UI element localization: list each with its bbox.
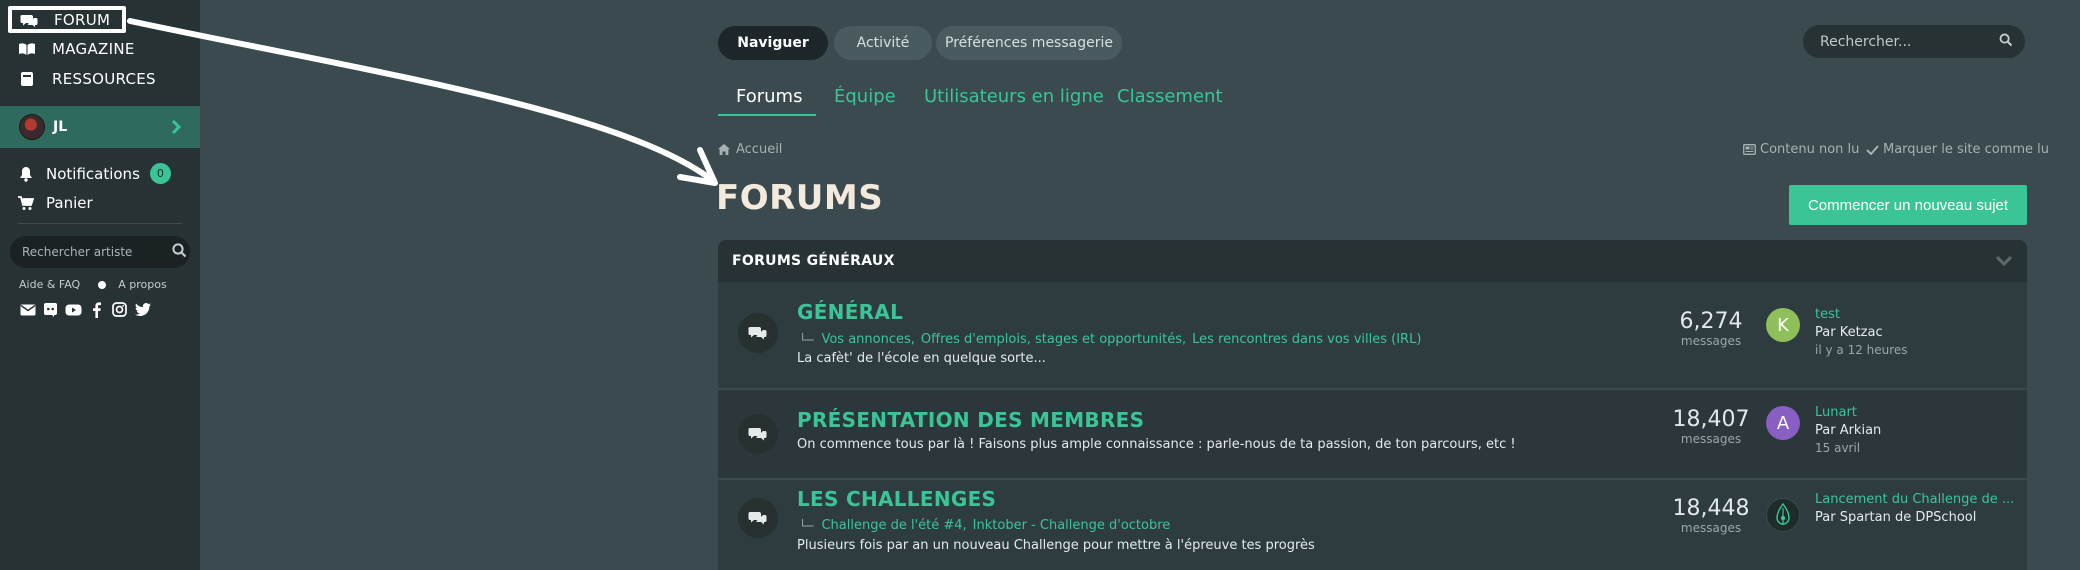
tab-naviguer[interactable]: Naviguer [718, 26, 828, 60]
search-icon[interactable] [172, 242, 187, 262]
subforum-branch-icon: └─ [799, 518, 814, 533]
subforum-list: └─ Vos annonces, Offres d'emplois, stage… [799, 332, 1427, 347]
nav-ressources[interactable]: RESSOURCES [8, 65, 156, 93]
envelope-icon[interactable] [19, 301, 36, 318]
last-post: test Par Ketzac il y a 12 heures [1815, 307, 1908, 357]
forum-category-block: FORUMS GÉNÉRAUX GÉNÉRAL └─ Vos annonces,… [718, 240, 2027, 570]
book-icon [18, 71, 36, 87]
nav-magazine[interactable]: MAGAZINE [8, 35, 135, 63]
artist-search[interactable] [10, 236, 190, 268]
instagram-icon[interactable] [111, 301, 128, 318]
comments-icon [20, 12, 38, 28]
dot-icon [98, 280, 107, 289]
forum-description: Plusieurs fois par an un nouveau Challen… [797, 538, 1315, 553]
notifications-badge: 0 [149, 163, 171, 184]
discord-icon[interactable] [42, 301, 59, 318]
mark-read-link[interactable]: Marquer le site comme lu [1865, 142, 2049, 157]
about-link[interactable]: A propos [118, 278, 166, 291]
new-topic-button[interactable]: Commencer un nouveau sujet [1789, 185, 2027, 225]
forum-description: La cafèt' de l'école en quelque sorte... [797, 351, 1046, 366]
social-links [19, 301, 157, 318]
avatar[interactable]: K [1766, 308, 1800, 342]
notifications-label: Notifications [46, 164, 140, 183]
avatar[interactable]: A [1766, 406, 1800, 440]
user-name: JL [53, 119, 68, 135]
help-link[interactable]: Aide & FAQ [19, 278, 80, 291]
chevron-down-icon[interactable] [1995, 252, 2013, 270]
breadcrumb-home[interactable]: Accueil [736, 142, 782, 157]
breadcrumb: Accueil [718, 142, 782, 157]
home-icon [718, 143, 731, 156]
avatar[interactable] [1766, 498, 1800, 532]
cart-icon [18, 195, 34, 211]
subtab-active-underline [718, 114, 816, 116]
page-title: FORUMS [716, 178, 884, 218]
tab-activite[interactable]: Activité [834, 26, 932, 60]
search-icon[interactable] [1999, 32, 2013, 51]
nav-magazine-label: MAGAZINE [52, 40, 135, 58]
unread-content-link[interactable]: Contenu non lu [1742, 142, 1859, 157]
category-header[interactable]: FORUMS GÉNÉRAUX [718, 240, 2027, 282]
user-row[interactable]: JL [0, 106, 200, 148]
mark-read-label: Marquer le site comme lu [1883, 142, 2050, 157]
newspaper-icon [1742, 143, 1756, 157]
last-post-author[interactable]: Par Spartan de DPSchool [1815, 510, 2014, 525]
check-icon [1865, 143, 1879, 157]
book-open-icon [18, 41, 36, 57]
youtube-icon[interactable] [65, 301, 82, 318]
site-search[interactable] [1803, 25, 2025, 58]
forum-comments-icon [738, 414, 778, 454]
last-post: Lunart Par Arkian 15 avril [1815, 405, 1881, 455]
site-search-input[interactable] [1820, 33, 1999, 50]
subforum-link[interactable]: Vos annonces, [821, 332, 914, 347]
help-links: Aide & FAQ A propos [19, 278, 167, 291]
forum-description: On commence tous par là ! Faisons plus a… [797, 437, 1516, 452]
forum-comments-icon [738, 313, 778, 353]
category-title: FORUMS GÉNÉRAUX [732, 253, 895, 269]
last-post-author[interactable]: Par Ketzac [1815, 325, 1908, 340]
forum-comments-icon [738, 498, 778, 538]
panier-label: Panier [46, 194, 93, 212]
last-post-time: il y a 12 heures [1815, 343, 1908, 357]
bell-icon [18, 166, 34, 182]
subforum-branch-icon: └─ [799, 332, 814, 347]
panier-link[interactable]: Panier [18, 194, 93, 212]
message-count-label: messages [1680, 432, 1742, 446]
forum-title[interactable]: GÉNÉRAL [797, 300, 903, 324]
subtab-forums[interactable]: Forums [736, 86, 802, 107]
forum-node[interactable]: LES CHALLENGES └─ Challenge de l'été #4,… [718, 480, 2027, 570]
notifications-link[interactable]: Notifications 0 [18, 163, 171, 184]
unread-content-label: Contenu non lu [1760, 142, 1860, 157]
tab-preferences-messagerie[interactable]: Préférences messagerie [936, 26, 1122, 60]
nav-forum[interactable]: FORUM [8, 6, 126, 33]
subforum-link[interactable]: Inktober - Challenge d'octobre [973, 518, 1171, 533]
avatar [19, 114, 45, 140]
sidebar: FORUM MAGAZINE RESSOURCES JL Notificatio… [0, 0, 200, 570]
subtab-equipe[interactable]: Équipe [834, 86, 896, 107]
artist-search-input[interactable] [22, 245, 172, 259]
nav-ressources-label: RESSOURCES [52, 70, 156, 88]
last-post-title[interactable]: test [1815, 307, 1908, 322]
last-post-time: 15 avril [1815, 441, 1861, 455]
forum-title[interactable]: PRÉSENTATION DES MEMBRES [797, 408, 1144, 432]
message-count-label: messages [1680, 334, 1742, 348]
forum-node[interactable]: PRÉSENTATION DES MEMBRES On commence tou… [718, 390, 2027, 478]
forum-title[interactable]: LES CHALLENGES [797, 487, 996, 511]
nav-forum-label: FORUM [54, 10, 111, 29]
last-post: Lancement du Challenge de ... Par Sparta… [1815, 492, 2014, 525]
last-post-title[interactable]: Lancement du Challenge de ... [1815, 492, 2014, 507]
last-post-title[interactable]: Lunart [1815, 405, 1881, 420]
facebook-icon[interactable] [88, 301, 105, 318]
subtab-utilisateurs-en-ligne[interactable]: Utilisateurs en ligne [924, 86, 1104, 107]
last-post-author[interactable]: Par Arkian [1815, 423, 1881, 438]
subforum-list: └─ Challenge de l'été #4, Inktober - Cha… [799, 518, 1176, 533]
forum-node[interactable]: GÉNÉRAL └─ Vos annonces, Offres d'emploi… [718, 282, 2027, 388]
chevron-right-icon[interactable] [166, 117, 186, 137]
subforum-link[interactable]: Les rencontres dans vos villes (IRL) [1192, 332, 1421, 347]
twitter-icon[interactable] [134, 301, 151, 318]
subtab-classement[interactable]: Classement [1117, 86, 1223, 107]
subforum-link[interactable]: Offres d'emplois, stages et opportunités… [921, 332, 1186, 347]
subforum-link[interactable]: Challenge de l'été #4, [821, 518, 966, 533]
sidebar-divider [18, 223, 182, 224]
